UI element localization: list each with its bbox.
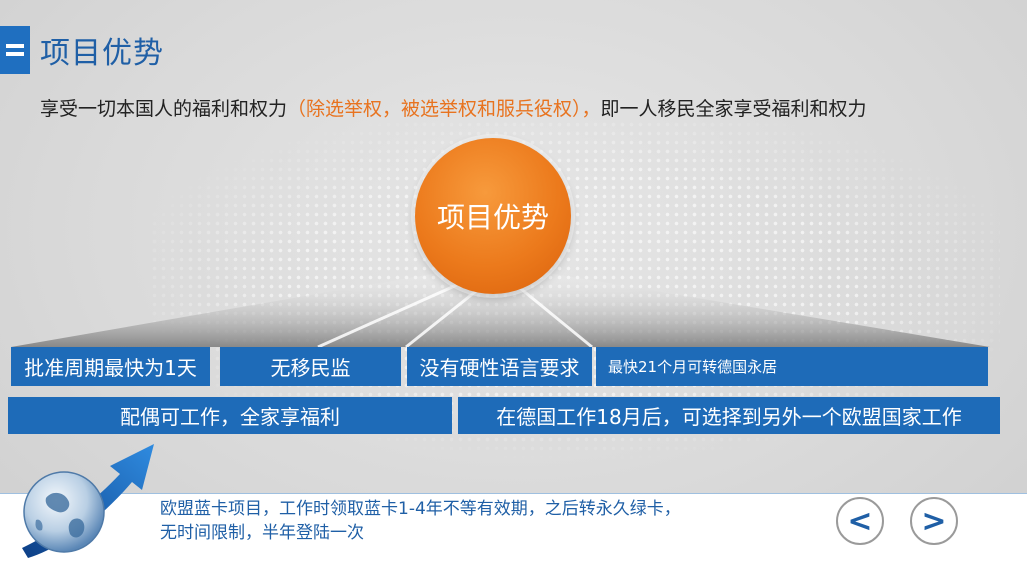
slide: 项目优势 享受一切本国人的福利和权力（除选举权，被选举权和服兵役权），即一人移民… — [0, 0, 1027, 570]
center-circle: 项目优势 — [415, 138, 571, 294]
benefit-box: 没有硬性语言要求 — [407, 347, 592, 386]
globe-arrow-icon — [22, 444, 154, 558]
center-circle-label: 项目优势 — [436, 201, 549, 234]
next-button[interactable]: > — [910, 497, 958, 545]
footer-line-2: 无时间限制，半年登陆一次 — [160, 523, 364, 543]
previous-button[interactable]: < — [836, 497, 884, 545]
benefit-box: 批准周期最快为1天 — [11, 347, 210, 386]
benefit-box: 无移民监 — [220, 347, 401, 386]
footer-description: 欧盟蓝卡项目，工作时领取蓝卡1-4年不等有效期，之后转永久绿卡， 无时间限制，半… — [160, 497, 681, 545]
benefit-box: 最快21个月可转德国永居 — [596, 347, 988, 386]
benefit-box: 配偶可工作，全家享福利 — [8, 397, 452, 434]
globe-shape — [23, 471, 105, 553]
footer-line-1: 欧盟蓝卡项目，工作时领取蓝卡1-4年不等有效期，之后转永久绿卡， — [160, 499, 681, 519]
benefit-box: 在德国工作18月后，可选择到另外一个欧盟国家工作 — [458, 397, 1000, 434]
